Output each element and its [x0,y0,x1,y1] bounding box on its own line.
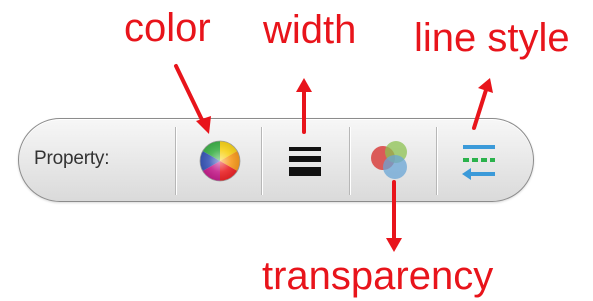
property-toolbar: Property: [18,118,534,202]
toolbar-separator [175,127,177,195]
property-label: Property: [34,148,110,169]
line-style-annotation: line style [414,16,570,60]
width-button[interactable] [273,129,337,193]
width-annotation: width [263,8,357,52]
line-style-button[interactable] [447,129,511,193]
transparency-icon [371,141,407,179]
transparency-button[interactable] [359,129,423,193]
color-button[interactable] [188,129,252,193]
width-arrowhead [296,78,312,92]
color-annotation: color [124,6,211,50]
transparency-annotation: transparency [262,254,494,298]
color-arrow [174,64,205,124]
line-style-icon [462,145,495,180]
annotated-toolbar-figure: color width line style transparency Prop… [0,0,593,301]
toolbar-separator [261,127,263,195]
toolbar-separator [436,127,438,195]
color-wheel-icon [199,140,241,182]
line-style-arrowhead [478,78,493,93]
line-width-icon [289,147,321,176]
toolbar-separator [349,127,351,195]
transparency-arrowhead [386,238,402,252]
